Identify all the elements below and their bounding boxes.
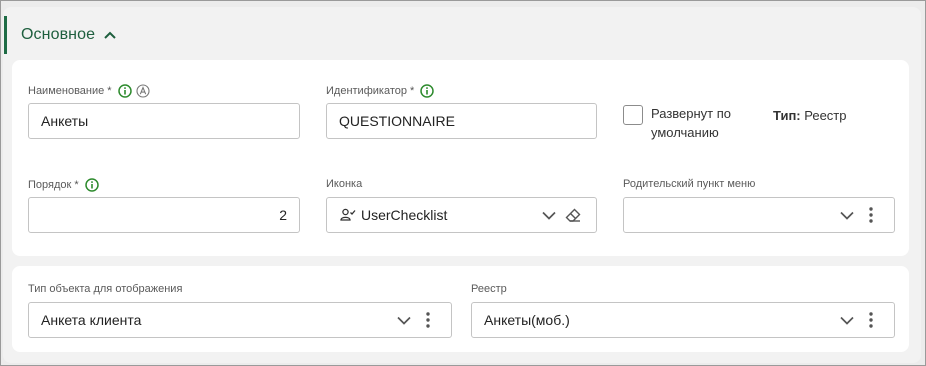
registry-label: Реестр <box>471 283 507 295</box>
chevron-down-icon[interactable] <box>836 309 858 331</box>
order-label-row: Порядок * <box>28 178 99 192</box>
registry-label-row: Реестр <box>471 283 507 295</box>
order-value: 2 <box>279 207 287 223</box>
identifier-label: Идентификатор <box>326 85 407 97</box>
name-label-row: Наименование * <box>28 84 150 98</box>
expanded-default-label: Развернут по умолчанию <box>651 106 732 140</box>
icon-label: Иконка <box>326 178 363 190</box>
more-vertical-icon[interactable] <box>860 204 882 226</box>
type-label: Тип: <box>773 108 801 123</box>
object-type-label-row: Тип объекта для отображения <box>28 283 182 295</box>
required-mark: * <box>74 179 79 191</box>
object-type-select[interactable]: Анкета клиента <box>28 302 452 338</box>
info-icon[interactable] <box>84 178 99 192</box>
registry-select[interactable]: Анкеты(моб.) <box>471 302 895 338</box>
name-value: Анкеты <box>41 113 89 129</box>
chevron-down-icon[interactable] <box>538 204 560 226</box>
required-mark: * <box>409 85 415 97</box>
section-header[interactable]: Основное <box>4 16 304 54</box>
expanded-default-checkbox[interactable] <box>623 105 643 125</box>
user-checklist-icon <box>339 204 357 226</box>
order-input[interactable]: 2 <box>28 197 300 233</box>
name-label: Наименование <box>28 85 105 97</box>
identifier-input[interactable]: QUESTIONNAIRE <box>326 103 597 139</box>
registry-value: Анкеты(моб.) <box>484 312 570 328</box>
parent-menu-select[interactable] <box>623 197 895 233</box>
info-icon[interactable] <box>117 84 132 98</box>
chevron-down-icon[interactable] <box>393 309 415 331</box>
name-input[interactable]: Анкеты <box>28 103 300 139</box>
auto-icon[interactable] <box>135 84 150 98</box>
section-title: Основное <box>21 26 96 43</box>
identifier-label-row: Идентификатор * <box>326 84 435 98</box>
chevron-up-icon[interactable] <box>103 28 117 42</box>
icon-value: UserChecklist <box>361 207 448 223</box>
required-mark: * <box>107 85 112 97</box>
info-icon[interactable] <box>420 84 435 98</box>
parent-menu-label-row: Родительский пункт меню <box>623 178 755 190</box>
type-info: Тип: Реестр <box>773 108 847 123</box>
order-label: Порядок <box>28 179 72 191</box>
parent-menu-label: Родительский пункт меню <box>623 178 756 190</box>
eraser-icon[interactable] <box>562 204 584 226</box>
icon-label-row: Иконка <box>326 178 362 190</box>
more-vertical-icon[interactable] <box>860 309 882 331</box>
identifier-value: QUESTIONNAIRE <box>339 113 455 129</box>
more-vertical-icon[interactable] <box>417 309 439 331</box>
icon-select[interactable]: UserChecklist <box>326 197 597 233</box>
chevron-down-icon[interactable] <box>836 204 858 226</box>
type-value: Реестр <box>804 108 847 123</box>
object-type-label: Тип объекта для отображения <box>28 283 183 295</box>
object-type-value: Анкета клиента <box>41 312 142 328</box>
